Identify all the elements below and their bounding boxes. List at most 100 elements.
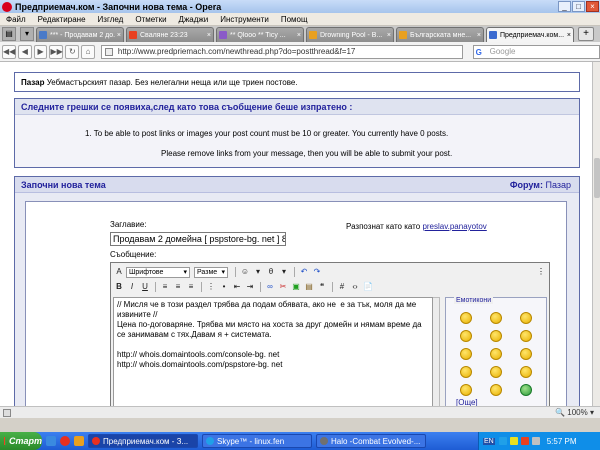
tab-close-icon[interactable]: × (477, 32, 481, 39)
menu-view[interactable]: Изглед (92, 15, 130, 24)
tab-close-icon[interactable]: × (567, 32, 571, 39)
font-select[interactable]: Шрифтове ▾ (126, 266, 190, 278)
textarea-scrollbar[interactable] (433, 297, 440, 406)
market-text: Уебмастърският пазар. Без нелегални неща… (44, 78, 298, 87)
menu-file[interactable]: Файл (0, 15, 32, 24)
forward-icon[interactable]: ▶ (33, 44, 48, 59)
close-button[interactable]: × (586, 1, 599, 12)
quicklaunch-folder-icon[interactable] (74, 436, 84, 446)
tab-close-icon[interactable]: × (387, 32, 391, 39)
menu-tools[interactable]: Инструменти (214, 15, 275, 24)
php-icon[interactable]: 📄 (362, 281, 374, 293)
language-indicator[interactable]: EN (483, 437, 495, 445)
align-left-icon[interactable]: ≡ (159, 281, 171, 293)
quicklaunch-ie-icon[interactable] (46, 436, 56, 446)
tab-panel-icon[interactable]: ▤ (2, 27, 16, 41)
taskbar-item[interactable]: Skype™ - linux.fen (202, 434, 312, 448)
smiley-menu-icon[interactable]: ☺ (239, 266, 251, 278)
smiley-icon[interactable] (460, 348, 472, 360)
skype-tray-icon[interactable] (498, 437, 507, 445)
fast-forward-icon[interactable]: ▶▶ (49, 44, 64, 59)
browser-tab[interactable]: Предприемач.ком... × (486, 27, 574, 42)
rewind-icon[interactable]: ◀◀ (2, 44, 16, 59)
smiley-icon[interactable] (490, 384, 502, 396)
network-tray-icon[interactable] (509, 437, 518, 445)
url-field[interactable]: http://www.predpriemach.com/newthread.ph… (100, 44, 463, 59)
smiley-icon[interactable] (460, 384, 472, 396)
page-scrollbar[interactable] (592, 62, 600, 406)
image-icon[interactable]: ▣ (290, 281, 302, 293)
html-icon[interactable]: ‹› (349, 281, 361, 293)
bold-icon[interactable]: B (113, 281, 125, 293)
menu-help[interactable]: Помощ (275, 15, 314, 24)
ordered-list-icon[interactable]: ⋮ (205, 281, 217, 293)
tab-close-icon[interactable]: × (207, 32, 211, 39)
scrollbar-thumb[interactable] (594, 158, 600, 198)
tab-close-icon[interactable]: × (297, 32, 301, 39)
quote-icon[interactable]: ❝ (316, 281, 328, 293)
maximize-button[interactable]: □ (572, 1, 585, 12)
user-link[interactable]: preslav.panayotov (422, 222, 486, 231)
smiley-icon[interactable] (460, 330, 472, 342)
browser-tab[interactable]: Българската мне... × (396, 27, 484, 42)
antivirus-tray-icon[interactable] (520, 437, 529, 445)
unordered-list-icon[interactable]: • (218, 281, 230, 293)
smiley-icon[interactable] (520, 348, 532, 360)
quicklaunch-opera-icon[interactable] (60, 436, 70, 446)
zoom-level[interactable]: 🔍 100% ▾ (555, 408, 594, 417)
align-center-icon[interactable]: ≡ (172, 281, 184, 293)
smiley-icon[interactable] (490, 348, 502, 360)
editor-options-icon[interactable]: ⋮ (537, 267, 545, 276)
more-smilies-link[interactable]: [Още] (456, 398, 478, 406)
smiley-icon[interactable] (520, 330, 532, 342)
outdent-icon[interactable]: ⇤ (231, 281, 243, 293)
menu-edit[interactable]: Редактиране (32, 15, 92, 24)
browser-tab[interactable]: *** - Продавам 2 до... × (36, 27, 124, 42)
forum-link[interactable]: Пазар (545, 180, 571, 190)
smiley-icon[interactable] (490, 330, 502, 342)
browser-tab[interactable]: ** Qlooo ** Ticy ... × (216, 27, 304, 42)
search-input[interactable]: G Google (472, 44, 600, 59)
message-textarea[interactable]: // Мисля че в този раздел трябва да пода… (113, 297, 433, 406)
italic-icon[interactable]: I (126, 281, 138, 293)
size-select[interactable]: Разме ▾ (194, 266, 228, 278)
smiley-icon[interactable] (520, 312, 532, 324)
home-icon[interactable]: ⌂ (81, 44, 95, 59)
smiley-icon[interactable] (520, 384, 532, 396)
logged-as-label: Разпознат като като (346, 222, 421, 231)
panel-toggle-icon[interactable] (3, 408, 11, 417)
undo-icon[interactable]: ↶ (298, 266, 310, 278)
smiley-icon[interactable] (520, 366, 532, 378)
align-right-icon[interactable]: ≡ (185, 281, 197, 293)
browser-tab[interactable]: Сваляне 23:23 × (126, 27, 214, 42)
smiley-icon[interactable] (490, 312, 502, 324)
smiley-icon[interactable] (490, 366, 502, 378)
smiley-icon[interactable] (460, 312, 472, 324)
start-button[interactable]: Старт (0, 432, 42, 450)
redo-icon[interactable]: ↷ (311, 266, 323, 278)
tab-close-icon[interactable]: × (117, 32, 121, 39)
tab-list-icon[interactable]: ▾ (20, 27, 34, 41)
chevron-down-icon[interactable]: ▾ (252, 266, 264, 278)
browser-tab[interactable]: Drowning Pool - B... × (306, 27, 394, 42)
insert-menu-icon[interactable]: θ (265, 266, 277, 278)
indent-icon[interactable]: ⇥ (244, 281, 256, 293)
menu-bookmarks[interactable]: Отметки (129, 15, 172, 24)
link-icon[interactable]: ∞ (264, 281, 276, 293)
volume-tray-icon[interactable] (531, 437, 540, 445)
taskbar-item[interactable]: Halo -Combat Evolved-... (316, 434, 426, 448)
menu-widgets[interactable]: Джаджи (173, 15, 215, 24)
unlink-icon[interactable]: ✂ (277, 281, 289, 293)
chevron-down-icon[interactable]: ▾ (278, 266, 290, 278)
smiley-icon[interactable] (460, 366, 472, 378)
reload-icon[interactable]: ↻ (65, 44, 80, 59)
title-input[interactable]: Продавам 2 домейна [ pspstore-bg. net ] … (110, 232, 286, 246)
minimize-button[interactable]: _ (558, 1, 571, 12)
taskbar-item[interactable]: Предприемач.ком - З... (88, 434, 198, 448)
code-icon[interactable]: # (336, 281, 348, 293)
new-tab-button[interactable]: + (578, 27, 594, 41)
back-icon[interactable]: ◀ (18, 44, 32, 59)
video-icon[interactable]: ▤ (303, 281, 315, 293)
switch-mode-icon[interactable]: A (113, 266, 125, 278)
underline-icon[interactable]: U (139, 281, 151, 293)
